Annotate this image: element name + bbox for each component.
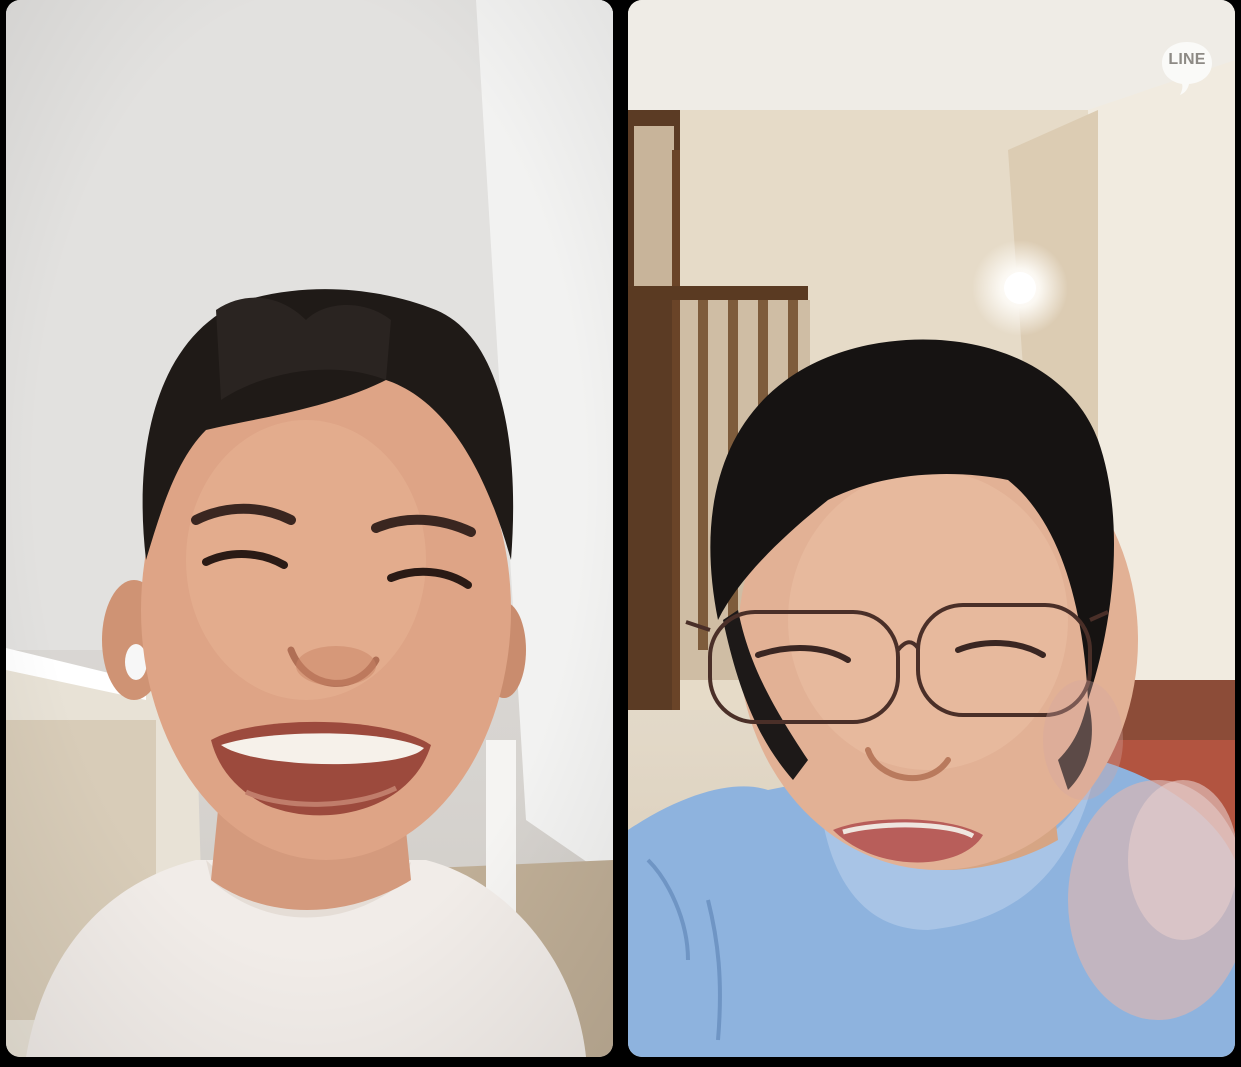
video-call-screen: LINE bbox=[0, 0, 1241, 1067]
video-feed-right bbox=[628, 0, 1235, 1057]
line-logo-badge: LINE bbox=[1157, 37, 1217, 97]
line-logo-label: LINE bbox=[1168, 51, 1206, 68]
video-tile-right[interactable]: LINE bbox=[628, 0, 1235, 1057]
video-tile-left[interactable] bbox=[6, 0, 613, 1057]
video-feed-left bbox=[6, 0, 613, 1057]
